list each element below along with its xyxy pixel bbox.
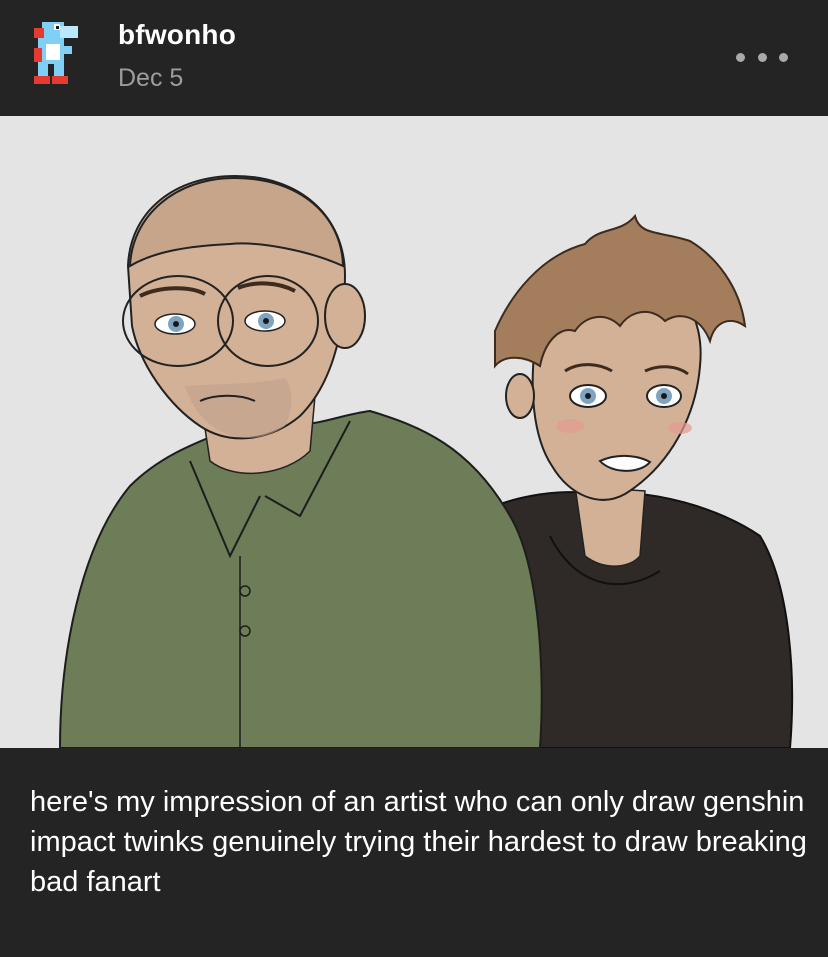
post-header: bfwonho Dec 5	[0, 0, 828, 116]
more-options-icon[interactable]	[736, 44, 788, 70]
post-date: Dec 5	[118, 64, 184, 92]
blue-yoshi-icon	[34, 22, 78, 84]
username[interactable]: bfwonho	[118, 19, 236, 51]
avatar[interactable]	[24, 18, 100, 90]
post-image	[0, 116, 828, 748]
post-caption: here's my impression of an artist who ca…	[30, 786, 807, 898]
